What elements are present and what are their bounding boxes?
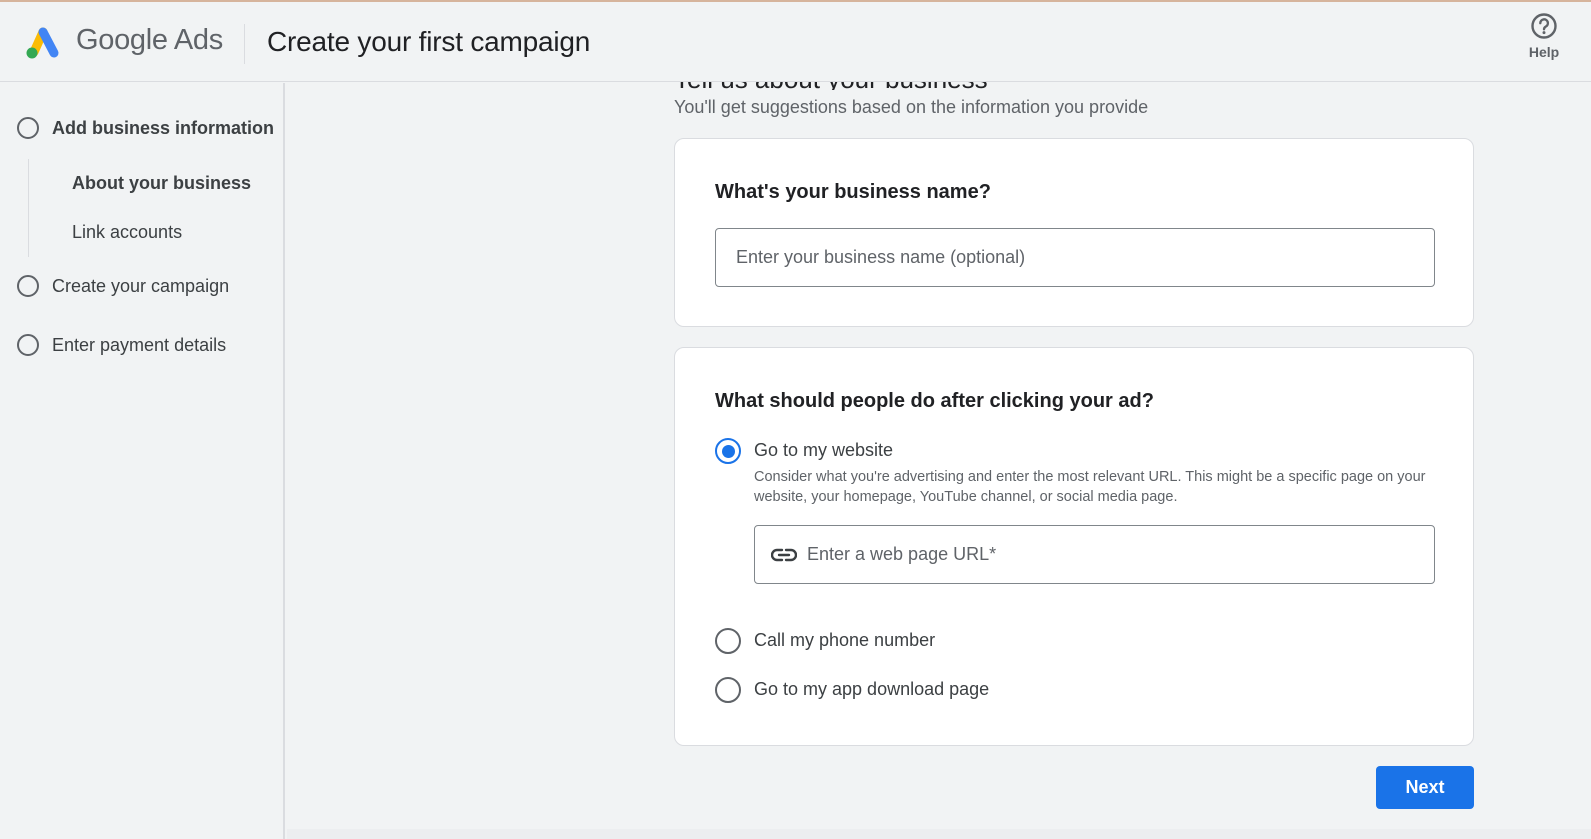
page-title: Create your first campaign (267, 26, 591, 57)
option-app-download[interactable]: Go to my app download page (715, 677, 989, 703)
section-heading: Tell us about your business (674, 82, 988, 90)
step-status-icon (17, 117, 39, 139)
section-heading-clip: Tell us about your business (674, 82, 1174, 90)
step-status-icon (17, 275, 39, 297)
ad-action-question: What should people do after clicking you… (715, 390, 1154, 412)
substep-link-accounts[interactable]: Link accounts (72, 222, 182, 243)
website-option-description: Consider what you're advertising and ent… (754, 469, 1426, 505)
step-status-icon (17, 334, 39, 356)
step-create-your-campaign[interactable]: Create your campaign (17, 275, 229, 297)
option-label: Go to my website (754, 440, 894, 460)
business-name-input[interactable] (736, 247, 1434, 268)
link-icon (771, 548, 797, 561)
google-ads-logo-icon (26, 27, 59, 59)
step-add-business-information[interactable]: Add business information (17, 117, 274, 139)
step-label: Add business information (52, 117, 275, 138)
url-field[interactable] (754, 525, 1435, 584)
stepper-sidebar: Add business information About your busi… (0, 83, 285, 839)
option-label: Call my phone number (754, 630, 936, 650)
help-label: Help (1528, 44, 1560, 60)
next-button[interactable]: Next (1376, 766, 1474, 809)
step-label: Enter payment details (52, 334, 227, 355)
radio-unchecked-icon[interactable] (715, 677, 741, 703)
business-name-card: What's your business name? (674, 138, 1474, 327)
help-button[interactable]: Help (1519, 12, 1569, 68)
help-icon (1531, 13, 1557, 39)
section-subheading: You'll get suggestions based on the info… (674, 97, 1149, 117)
business-name-question: What's your business name? (715, 181, 991, 203)
ad-action-card: What should people do after clicking you… (674, 347, 1474, 746)
brand-name: Google Ads (76, 24, 223, 56)
step-label: Create your campaign (52, 275, 230, 296)
option-call-phone[interactable]: Call my phone number (715, 628, 935, 654)
bottom-strip (287, 829, 1591, 839)
app-header: Google Ads Create your first campaign He… (0, 2, 1591, 82)
step-enter-payment-details[interactable]: Enter payment details (17, 334, 226, 356)
business-name-field[interactable] (715, 228, 1435, 287)
radio-checked-icon[interactable] (715, 438, 741, 464)
option-go-to-website[interactable]: Go to my website (715, 438, 893, 464)
header-divider (244, 24, 245, 64)
url-input[interactable] (807, 544, 1434, 565)
option-label: Go to my app download page (754, 679, 990, 699)
substep-about-your-business[interactable]: About your business (72, 173, 251, 194)
radio-unchecked-icon[interactable] (715, 628, 741, 654)
substep-connector (28, 159, 29, 257)
